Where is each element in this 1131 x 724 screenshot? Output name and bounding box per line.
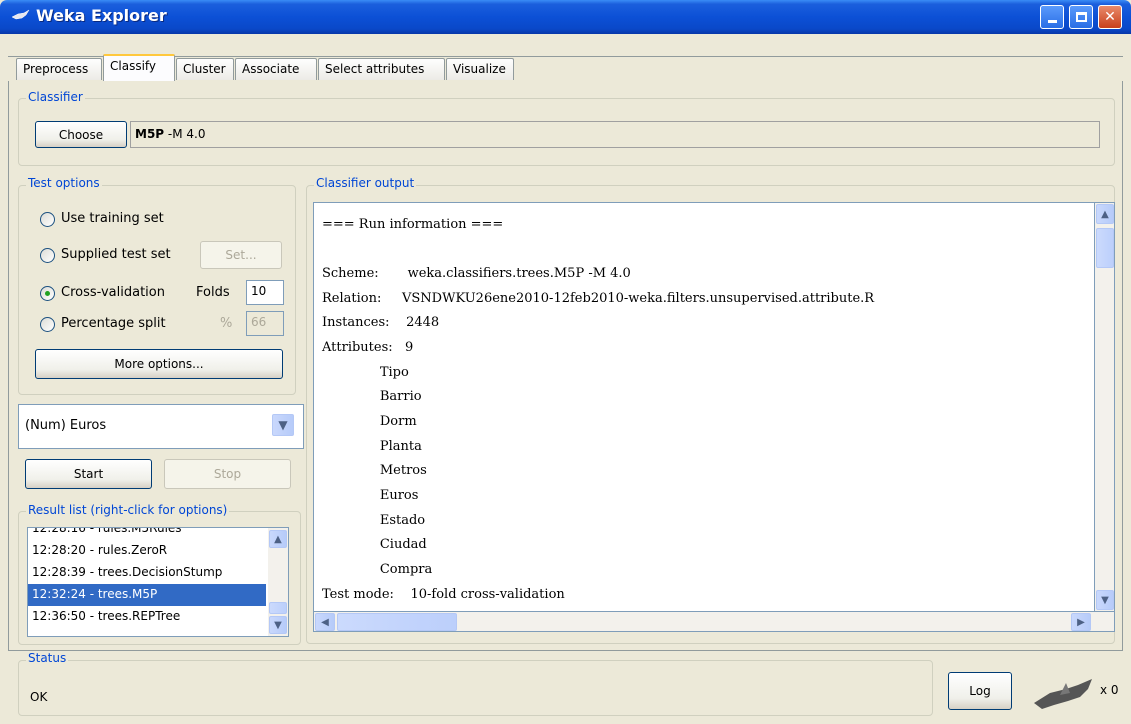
- output-line: Euros: [322, 488, 419, 503]
- cross-validation-label: Cross-validation: [61, 285, 165, 300]
- tab-cluster[interactable]: Cluster: [176, 58, 234, 80]
- output-line: === Run information ===: [322, 217, 504, 232]
- result-item[interactable]: 12:28:39 - trees.DecisionStump: [28, 562, 266, 584]
- output-line: Test mode: 10-fold cross-validation: [322, 587, 565, 602]
- result-list[interactable]: 12:28:16 - rules.M5Rules 12:28:20 - rule…: [27, 527, 289, 637]
- result-item[interactable]: 12:28:20 - rules.ZeroR: [28, 540, 266, 562]
- scroll-down-icon[interactable]: ▼: [269, 616, 287, 634]
- tab-strip-line: [8, 56, 1123, 57]
- tab-select-attributes[interactable]: Select attributes: [318, 58, 445, 80]
- class-attribute-select[interactable]: (Num) Euros: [18, 404, 304, 449]
- output-line: Metros: [322, 463, 427, 478]
- status-group: [18, 660, 933, 716]
- tab-associate[interactable]: Associate: [235, 58, 317, 80]
- tab-visualize[interactable]: Visualize: [446, 58, 514, 80]
- set-button[interactable]: Set...: [200, 241, 282, 269]
- result-item-selected[interactable]: 12:32:24 - trees.M5P: [28, 584, 266, 606]
- task-count: x 0: [1100, 683, 1119, 697]
- output-line: Dorm: [322, 414, 417, 429]
- output-line: Planta: [322, 439, 422, 454]
- more-options-button[interactable]: More options...: [35, 349, 283, 379]
- use-training-set-label: Use training set: [61, 211, 164, 226]
- title-bar[interactable]: [0, 0, 1131, 34]
- classifier-output-text[interactable]: === Run information === Scheme: weka.cla…: [313, 202, 1095, 612]
- scroll-thumb[interactable]: [1096, 228, 1114, 268]
- weka-bird-icon: [1034, 679, 1092, 709]
- output-line: Ciudad: [322, 537, 427, 552]
- supplied-test-set-radio[interactable]: [40, 248, 55, 263]
- percentage-split-label: Percentage split: [61, 316, 166, 331]
- supplied-test-set-label: Supplied test set: [61, 247, 171, 262]
- percent-input[interactable]: 66: [246, 311, 284, 336]
- status-label: Status: [26, 651, 69, 665]
- stop-button[interactable]: Stop: [164, 459, 291, 489]
- scroll-down-icon[interactable]: ▼: [1096, 590, 1114, 610]
- output-line: Estado: [322, 513, 426, 528]
- scroll-thumb[interactable]: [337, 613, 457, 631]
- maximize-icon[interactable]: [1069, 5, 1093, 29]
- tab-classify[interactable]: Classify: [103, 54, 175, 81]
- percent-label: %: [220, 316, 233, 331]
- minimize-icon[interactable]: [1040, 5, 1064, 29]
- choose-button[interactable]: Choose: [35, 121, 127, 148]
- scroll-up-icon[interactable]: ▲: [269, 530, 287, 548]
- classifier-group-label: Classifier: [26, 90, 85, 104]
- output-line: Tipo: [322, 365, 409, 380]
- result-list-label: Result list (right-click for options): [26, 503, 230, 517]
- output-line: Compra: [322, 562, 433, 577]
- classifier-name: M5P: [135, 127, 165, 141]
- cross-validation-radio[interactable]: [40, 286, 55, 301]
- scroll-left-icon[interactable]: ◀: [315, 613, 335, 631]
- test-options-label: Test options: [26, 176, 102, 190]
- classifier-field[interactable]: M5P -M 4.0: [130, 121, 1100, 148]
- folds-input[interactable]: 10: [246, 280, 284, 305]
- scroll-up-icon[interactable]: ▲: [1096, 204, 1114, 224]
- result-item[interactable]: 12:28:16 - rules.M5Rules: [28, 528, 266, 540]
- output-line: Instances: 2448: [322, 315, 440, 330]
- scroll-thumb[interactable]: [269, 602, 287, 614]
- output-line: Barrio: [322, 389, 422, 404]
- classifier-options: -M 4.0: [167, 127, 206, 141]
- close-icon[interactable]: ✕: [1098, 5, 1122, 29]
- output-line: Relation: VSNDWKU26ene2010-12feb2010-wek…: [322, 291, 875, 306]
- log-button[interactable]: Log: [948, 672, 1012, 710]
- start-button[interactable]: Start: [25, 459, 152, 489]
- folds-label: Folds: [196, 285, 230, 300]
- status-text: OK: [30, 690, 48, 704]
- window-title: Weka Explorer: [36, 6, 167, 25]
- classifier-output-label: Classifier output: [314, 176, 417, 190]
- result-item[interactable]: 12:36:50 - trees.REPTree: [28, 606, 266, 628]
- use-training-set-radio[interactable]: [40, 212, 55, 227]
- output-line: Attributes: 9: [322, 340, 414, 355]
- percentage-split-radio[interactable]: [40, 317, 55, 332]
- scroll-right-icon[interactable]: ▶: [1071, 613, 1091, 631]
- output-line: Scheme: weka.classifiers.trees.M5P -M 4.…: [322, 266, 631, 281]
- chevron-down-icon[interactable]: ▼: [272, 414, 294, 436]
- class-attribute-value: (Num) Euros: [25, 418, 107, 433]
- tab-preprocess[interactable]: Preprocess: [16, 58, 102, 80]
- weka-bird-icon: [11, 9, 30, 20]
